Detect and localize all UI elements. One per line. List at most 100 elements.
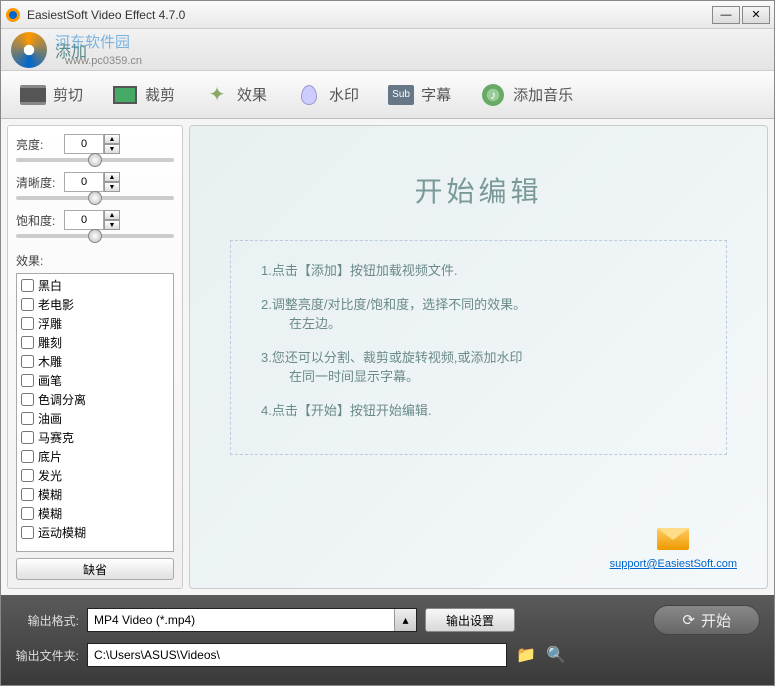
saturation-input[interactable] bbox=[64, 210, 104, 230]
titlebar: EasiestSoft Video Effect 4.7.0 — ✕ bbox=[1, 1, 774, 29]
preview-panel: 开始编辑 1.点击【添加】按钮加载视频文件. 2.调整亮度/对比度/饱和度，选择… bbox=[189, 125, 768, 589]
subtitle-button[interactable]: Sub 字幕 bbox=[377, 79, 461, 111]
saturation-spinner[interactable]: ▲ ▼ bbox=[104, 210, 120, 230]
chevron-up-icon[interactable]: ▲ bbox=[104, 134, 120, 144]
effect-name: 发光 bbox=[38, 467, 62, 484]
cut-button[interactable]: 剪切 bbox=[9, 79, 93, 111]
effect-item[interactable]: 浮雕 bbox=[19, 314, 171, 333]
folder-value: C:\Users\ASUS\Videos\ bbox=[94, 648, 220, 662]
effect-name: 油画 bbox=[38, 410, 62, 427]
effect-item[interactable]: 画笔 bbox=[19, 371, 171, 390]
body-area: 亮度: ▲ ▼ 清晰度: ▲ ▼ 饱和度: bbox=[1, 119, 774, 595]
chevron-up-icon[interactable]: ▲ bbox=[104, 210, 120, 220]
brightness-spinner[interactable]: ▲ ▼ bbox=[104, 134, 120, 154]
folder-browse-icon[interactable]: 📁 bbox=[515, 644, 537, 666]
effect-checkbox[interactable] bbox=[21, 279, 34, 292]
brand-watermark: 河东软件园 bbox=[55, 31, 130, 52]
effect-name: 模糊 bbox=[38, 486, 62, 503]
effect-name: 运动模糊 bbox=[38, 524, 86, 541]
effect-checkbox[interactable] bbox=[21, 507, 34, 520]
effect-checkbox[interactable] bbox=[21, 412, 34, 425]
effect-checkbox[interactable] bbox=[21, 488, 34, 501]
effect-name: 老电影 bbox=[38, 296, 74, 313]
sharpness-input[interactable] bbox=[64, 172, 104, 192]
subtitle-label: 字幕 bbox=[421, 84, 451, 105]
logo-icon bbox=[11, 32, 47, 68]
effect-name: 马赛克 bbox=[38, 429, 74, 446]
drop-icon bbox=[295, 83, 323, 107]
app-icon bbox=[5, 7, 21, 23]
effect-item[interactable]: 油画 bbox=[19, 409, 171, 428]
effect-item[interactable]: 马赛克 bbox=[19, 428, 171, 447]
effect-checkbox[interactable] bbox=[21, 526, 34, 539]
instruction-4: 4.点击【开始】按钮开始编辑. bbox=[261, 401, 696, 421]
chevron-up-icon[interactable]: ▲ bbox=[104, 172, 120, 182]
crop-button[interactable]: 裁剪 bbox=[101, 79, 185, 111]
effect-item[interactable]: 雕刻 bbox=[19, 333, 171, 352]
effect-item[interactable]: 模糊 bbox=[19, 504, 171, 523]
effect-checkbox[interactable] bbox=[21, 298, 34, 311]
effect-item[interactable]: 运动模糊 bbox=[19, 523, 171, 542]
window-title: EasiestSoft Video Effect 4.7.0 bbox=[27, 8, 710, 22]
instruction-2: 2.调整亮度/对比度/饱和度，选择不同的效果。 在左边。 bbox=[261, 295, 696, 334]
brightness-input[interactable] bbox=[64, 134, 104, 154]
folder-input[interactable]: C:\Users\ASUS\Videos\ bbox=[87, 643, 507, 667]
search-icon[interactable]: 🔍 bbox=[545, 644, 567, 666]
effect-checkbox[interactable] bbox=[21, 393, 34, 406]
instruction-2-text: 2.调整亮度/对比度/饱和度，选择不同的效果。 bbox=[261, 297, 526, 312]
support-link[interactable]: support@EasiestSoft.com bbox=[610, 558, 737, 570]
effect-checkbox[interactable] bbox=[21, 355, 34, 368]
left-panel: 亮度: ▲ ▼ 清晰度: ▲ ▼ 饱和度: bbox=[7, 125, 183, 589]
effect-checkbox[interactable] bbox=[21, 469, 34, 482]
crop-icon bbox=[111, 83, 139, 107]
format-label: 输出格式: bbox=[15, 612, 79, 629]
effect-name: 底片 bbox=[38, 448, 62, 465]
crop-label: 裁剪 bbox=[145, 84, 175, 105]
effects-list[interactable]: 黑白老电影浮雕雕刻木雕画笔色调分离油画马赛克底片发光模糊模糊运动模糊 bbox=[16, 273, 174, 552]
effect-item[interactable]: 老电影 bbox=[19, 295, 171, 314]
default-button[interactable]: 缺省 bbox=[16, 558, 174, 580]
effect-item[interactable]: 发光 bbox=[19, 466, 171, 485]
effect-button[interactable]: ✦ 效果 bbox=[193, 79, 277, 111]
star-icon: ✦ bbox=[203, 83, 231, 107]
close-button[interactable]: ✕ bbox=[742, 6, 770, 24]
sharpness-slider[interactable] bbox=[16, 196, 174, 200]
instruction-3b: 在同一时间显示字幕。 bbox=[261, 369, 419, 384]
support-area: support@EasiestSoft.com bbox=[610, 528, 737, 572]
effect-item[interactable]: 底片 bbox=[19, 447, 171, 466]
output-settings-button[interactable]: 输出设置 bbox=[425, 608, 515, 632]
bottom-bar: 输出格式: MP4 Video (*.mp4) ▴ 输出设置 ⟳ 开始 输出文件… bbox=[1, 595, 774, 685]
app-window: EasiestSoft Video Effect 4.7.0 — ✕ 河东软件园… bbox=[0, 0, 775, 686]
brightness-label: 亮度: bbox=[16, 136, 64, 153]
effect-name: 木雕 bbox=[38, 353, 62, 370]
saturation-label: 饱和度: bbox=[16, 212, 64, 229]
minimize-button[interactable]: — bbox=[712, 6, 740, 24]
effect-item[interactable]: 木雕 bbox=[19, 352, 171, 371]
effect-checkbox[interactable] bbox=[21, 450, 34, 463]
instruction-1: 1.点击【添加】按钮加载视频文件. bbox=[261, 261, 696, 281]
toolbar: 剪切 裁剪 ✦ 效果 水印 Sub 字幕 ♪ 添加音乐 bbox=[1, 71, 774, 119]
instruction-3-text: 3.您还可以分割、裁剪或旋转视频,或添加水印 bbox=[261, 350, 522, 365]
watermark-button[interactable]: 水印 bbox=[285, 79, 369, 111]
sharpness-spinner[interactable]: ▲ ▼ bbox=[104, 172, 120, 192]
effect-checkbox[interactable] bbox=[21, 317, 34, 330]
format-value: MP4 Video (*.mp4) bbox=[94, 613, 195, 627]
sharpness-label: 清晰度: bbox=[16, 174, 64, 191]
saturation-slider[interactable] bbox=[16, 234, 174, 238]
effect-checkbox[interactable] bbox=[21, 336, 34, 349]
effect-checkbox[interactable] bbox=[21, 431, 34, 444]
effect-item[interactable]: 色调分离 bbox=[19, 390, 171, 409]
effect-item[interactable]: 黑白 bbox=[19, 276, 171, 295]
instruction-3: 3.您还可以分割、裁剪或旋转视频,或添加水印 在同一时间显示字幕。 bbox=[261, 348, 696, 387]
brightness-slider[interactable] bbox=[16, 158, 174, 162]
dropdown-arrow-icon[interactable]: ▴ bbox=[394, 609, 416, 631]
start-button[interactable]: ⟳ 开始 bbox=[653, 605, 760, 635]
effect-checkbox[interactable] bbox=[21, 374, 34, 387]
subtitle-icon: Sub bbox=[387, 83, 415, 107]
format-select[interactable]: MP4 Video (*.mp4) ▴ bbox=[87, 608, 417, 632]
music-label: 添加音乐 bbox=[513, 84, 573, 105]
music-button[interactable]: ♪ 添加音乐 bbox=[469, 79, 583, 111]
effect-name: 画笔 bbox=[38, 372, 62, 389]
effect-name: 模糊 bbox=[38, 505, 62, 522]
effect-item[interactable]: 模糊 bbox=[19, 485, 171, 504]
